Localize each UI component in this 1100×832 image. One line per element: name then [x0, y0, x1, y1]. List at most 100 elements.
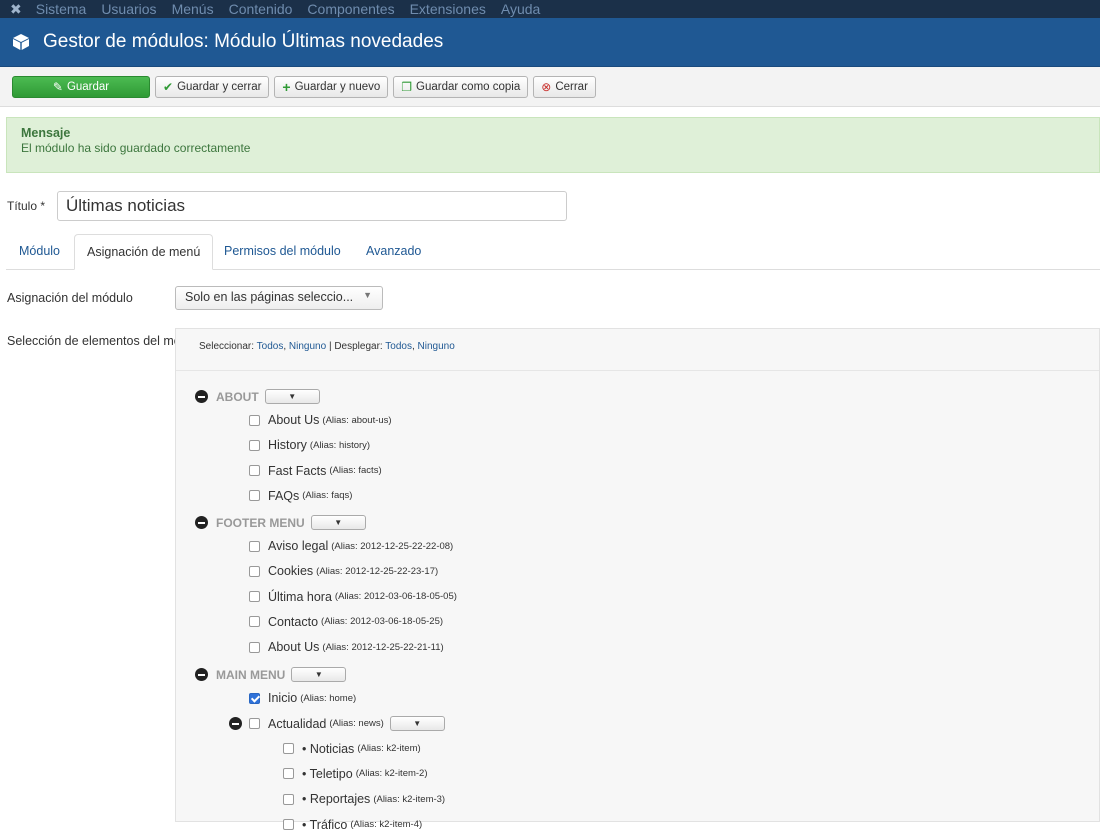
close-circle-icon: ⊗: [541, 79, 552, 94]
menu-item-checkbox[interactable]: [283, 768, 294, 780]
menu-item-row: Última hora (Alias: 2012-03-06-18-05-05): [249, 590, 457, 604]
save-copy-label: Guardar como copia: [416, 80, 521, 93]
menu-item-checkbox[interactable]: [283, 793, 294, 805]
menu-item-label: Inicio: [268, 691, 298, 705]
select-label: Seleccionar:: [199, 341, 255, 352]
menu-item-checkbox[interactable]: [249, 490, 260, 502]
select-none-link[interactable]: Ninguno: [289, 341, 326, 352]
save-button-label: Guardar: [66, 80, 110, 93]
copy-icon: ❐: [401, 79, 413, 94]
menu-item-alias: (Alias: facts): [329, 465, 382, 477]
menu-group-name: MAIN MENU: [216, 667, 286, 682]
menu-group-header: ABOUT ▼: [195, 389, 320, 404]
menu-item-alias: (Alias: faqs): [302, 490, 353, 502]
joomla-logo-icon[interactable]: ✖: [10, 0, 22, 18]
nav-contenido[interactable]: Contenido: [229, 0, 293, 18]
collapse-icon[interactable]: [195, 390, 208, 403]
menu-item-checkbox[interactable]: [249, 565, 260, 577]
collapse-icon[interactable]: [229, 717, 242, 731]
assignment-label: Asignación del módulo: [7, 291, 133, 305]
menu-group-dropdown[interactable]: ▼: [291, 667, 347, 682]
check-icon: ✔: [163, 79, 174, 94]
menu-item-label: About Us: [268, 640, 320, 655]
menu-item-row: About Us (Alias: about-us): [249, 413, 392, 427]
collapse-icon[interactable]: [195, 668, 208, 681]
menu-item-checkbox[interactable]: [249, 591, 260, 603]
menu-tree: Seleccionar: Todos, Ninguno | Desplegar:…: [175, 328, 1100, 832]
title-row: Título * Últimas noticias: [7, 191, 567, 221]
menu-item-checkbox[interactable]: [283, 819, 294, 830]
page-title: Gestor de módulos: Módulo Últimas noveda…: [43, 31, 444, 52]
menu-item-row: • Noticias (Alias: k2-item): [283, 742, 421, 756]
menu-item-row: Inicio (Alias: home): [249, 691, 356, 705]
tab-modulo[interactable]: Módulo: [7, 234, 72, 269]
menu-item-label: Contacto: [268, 614, 319, 629]
submenu-dropdown[interactable]: ▼: [389, 716, 445, 732]
page-header: Gestor de módulos: Módulo Últimas noveda…: [0, 18, 1100, 67]
menu-item-checkbox[interactable]: [249, 465, 260, 477]
menu-item-checkbox[interactable]: [249, 692, 260, 704]
save-button[interactable]: ✎ Guardar: [12, 75, 150, 98]
menu-group-header: MAIN MENU ▼: [195, 667, 347, 682]
menu-group-name: FOOTER MENU: [216, 515, 305, 530]
menu-item-alias: (Alias: news): [329, 718, 384, 730]
assignment-select[interactable]: Solo en las páginas seleccio... ▼: [175, 286, 383, 310]
expand-none-link[interactable]: Ninguno: [418, 341, 455, 352]
menu-item-label: Aviso legal: [268, 539, 329, 553]
menu-item-checkbox[interactable]: [249, 439, 260, 451]
menu-group-dropdown[interactable]: ▼: [264, 389, 320, 404]
menu-item-row: History (Alias: history): [249, 438, 370, 452]
menu-item-checkbox[interactable]: [249, 616, 260, 628]
menu-item-checkbox[interactable]: [283, 743, 294, 755]
nav-usuarios[interactable]: Usuarios: [101, 0, 156, 18]
success-alert: Mensaje El módulo ha sido guardado corre…: [6, 117, 1100, 173]
close-button[interactable]: ⊗ Cerrar: [533, 75, 596, 98]
menu-item-checkbox[interactable]: [249, 540, 260, 552]
save-copy-button[interactable]: ❐ Guardar como copia: [393, 75, 529, 98]
title-input[interactable]: Últimas noticias: [57, 191, 567, 221]
nav-sistema[interactable]: Sistema: [36, 0, 87, 18]
menu-item-alias: (Alias: 2012-12-25-22-22-08): [331, 540, 454, 552]
menu-group-header: FOOTER MENU ▼: [195, 515, 366, 530]
nav-menus[interactable]: Menús: [172, 0, 214, 18]
menu-item-checkbox[interactable]: [249, 718, 260, 730]
selection-label: Selección de elementos del menú:: [7, 334, 199, 348]
chevron-down-icon: ▼: [363, 290, 372, 300]
menu-item-alias: (Alias: k2-item): [357, 743, 421, 755]
save-new-button[interactable]: + Guardar y nuevo: [274, 75, 389, 98]
menu-item-checkbox[interactable]: [249, 641, 260, 653]
nav-ayuda[interactable]: Ayuda: [501, 0, 540, 18]
menu-item-label: FAQs: [268, 488, 300, 503]
tree-controls: Seleccionar: Todos, Ninguno | Desplegar:…: [176, 329, 1099, 371]
tab-avanzado[interactable]: Avanzado: [354, 234, 433, 269]
alert-heading: Mensaje: [21, 126, 71, 140]
collapse-icon[interactable]: [195, 516, 208, 529]
cube-icon: [13, 34, 29, 50]
menu-item-label: • Teletipo: [302, 766, 353, 781]
tab-bar: Módulo Asignación de menú Permisos del m…: [6, 234, 1100, 270]
nav-extensiones[interactable]: Extensiones: [410, 0, 486, 18]
save-close-button[interactable]: ✔ Guardar y cerrar: [155, 75, 270, 98]
menu-group-dropdown[interactable]: ▼: [310, 515, 366, 530]
expand-all-link[interactable]: Todos: [385, 341, 412, 352]
tab-permisos[interactable]: Permisos del módulo: [212, 234, 353, 269]
toolbar: ✎ Guardar ✔ Guardar y cerrar + Guardar y…: [0, 67, 1100, 107]
menu-item-row: • Reportajes (Alias: k2-item-3): [283, 792, 445, 806]
menu-item-row: Cookies (Alias: 2012-12-25-22-23-17): [249, 564, 438, 578]
alert-body: El módulo ha sido guardado correctamente: [21, 141, 251, 155]
tab-asignacion-menu[interactable]: Asignación de menú: [74, 234, 214, 270]
title-label: Título *: [7, 199, 46, 213]
menu-item-checkbox[interactable]: [249, 414, 260, 426]
select-all-link[interactable]: Todos: [257, 341, 284, 352]
menu-item-label: About Us: [268, 413, 320, 427]
top-navbar: ✖ Sistema Usuarios Menús Contenido Compo…: [0, 0, 1100, 18]
nav-componentes[interactable]: Componentes: [307, 0, 394, 18]
menu-item-label: Última hora: [268, 589, 332, 604]
expand-label: Desplegar:: [334, 341, 383, 352]
menu-item-row: • Tráfico (Alias: k2-item-4): [283, 818, 422, 832]
menu-item-row: Fast Facts (Alias: facts): [249, 464, 382, 478]
menu-item-label: Cookies: [268, 564, 314, 579]
menu-item-alias: (Alias: 2012-12-25-22-21-11): [322, 641, 444, 653]
menu-item-alias: (Alias: 2012-12-25-22-23-17): [316, 565, 439, 577]
separator: |: [328, 341, 332, 352]
